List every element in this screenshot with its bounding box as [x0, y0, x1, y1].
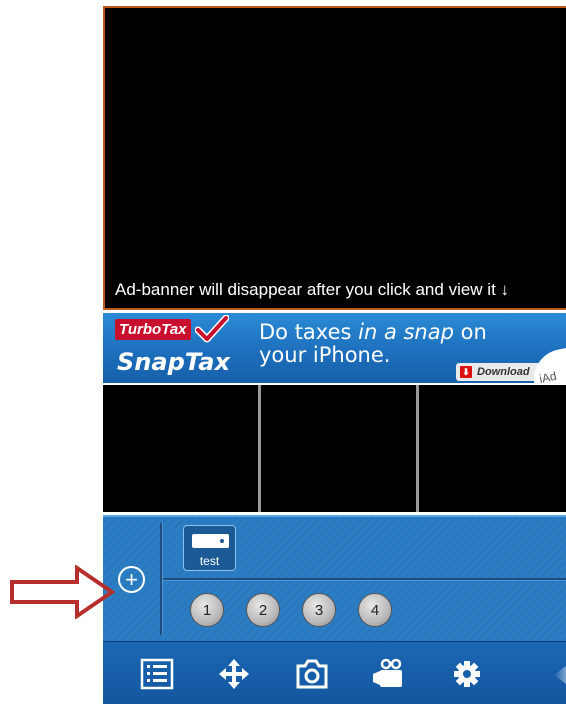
camera-grid	[103, 385, 566, 512]
camera-item-label: test	[199, 554, 220, 568]
live-view-main[interactable]: Ad-banner will disappear after you click…	[103, 6, 566, 310]
ad-headline: Do taxes in a snap on your iPhone.	[259, 320, 487, 367]
video-record-icon[interactable]	[371, 658, 405, 690]
page-button-1[interactable]: 1	[190, 593, 224, 627]
page-button-2[interactable]: 2	[246, 593, 280, 627]
panel-divider-vertical	[160, 523, 162, 635]
page-button-3[interactable]: 3	[302, 593, 336, 627]
annotation-arrow-icon	[10, 565, 116, 619]
ad-notice-text: Ad-banner will disappear after you click…	[115, 280, 510, 299]
page-button-group: 1 2 3 4	[190, 593, 392, 627]
ad-brand-top: TurboTax	[115, 319, 191, 340]
gear-icon[interactable]	[450, 658, 484, 690]
checkmark-icon	[195, 315, 229, 343]
scroll-indicator	[554, 666, 566, 684]
camera-grid-cell[interactable]	[419, 385, 566, 512]
camera-grid-cell[interactable]	[103, 385, 258, 512]
add-camera-button[interactable]: +	[118, 566, 145, 593]
camera-grid-cell[interactable]	[261, 385, 416, 512]
download-icon: ⬇	[460, 366, 472, 378]
bottom-toolbar	[103, 641, 566, 704]
panel-divider-horizontal	[163, 578, 566, 580]
move-arrows-icon[interactable]	[217, 658, 251, 690]
camera-control-panel: + test 1 2 3 4	[103, 515, 566, 641]
list-icon[interactable]	[140, 658, 174, 690]
ad-download-label: Download	[477, 366, 530, 378]
page-button-4[interactable]: 4	[358, 593, 392, 627]
ad-banner[interactable]: TurboTax SnapTax Do taxes in a snap on y…	[103, 313, 566, 383]
camera-dvr-icon	[192, 534, 229, 548]
camera-snapshot-icon[interactable]	[295, 658, 329, 690]
camera-item-test[interactable]: test	[183, 525, 236, 571]
plus-circle-icon: +	[125, 566, 138, 592]
ad-brand-bottom: SnapTax	[117, 348, 230, 376]
